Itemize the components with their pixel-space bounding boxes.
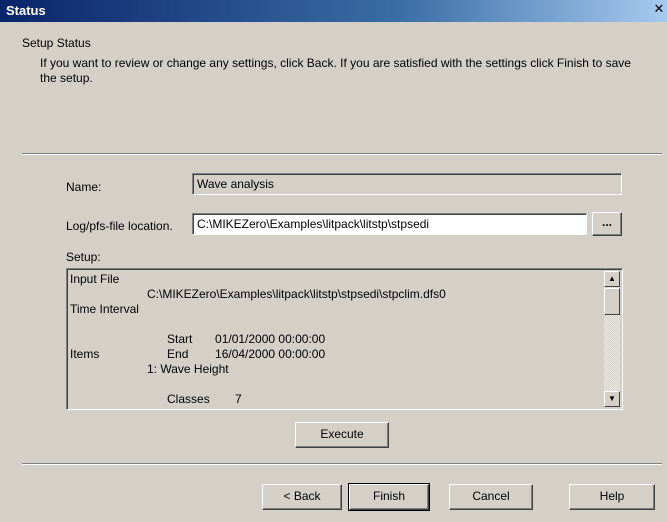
scroll-thumb[interactable] (604, 288, 620, 315)
scroll-down-icon[interactable]: ▼ (604, 391, 620, 407)
setup-summary-box[interactable]: Input File C:\MIKEZero\Examples\litpack\… (66, 268, 623, 410)
setup-start-row: Start 01/01/2000 00:00:00 (70, 317, 600, 346)
setup-classes-label: Classes (167, 392, 210, 406)
setup-classes-row: Classes 7 (70, 377, 600, 406)
page-heading: Setup Status (22, 36, 91, 50)
execute-button[interactable]: Execute (295, 422, 389, 448)
help-button[interactable]: Help (569, 484, 655, 510)
back-button[interactable]: < Back (262, 484, 342, 510)
window-title: Status (6, 3, 46, 18)
setup-classes-value: 7 (235, 392, 242, 406)
setup-label: Setup: (66, 250, 101, 264)
page-description: If you want to review or change any sett… (40, 56, 631, 85)
cancel-button[interactable]: Cancel (449, 484, 533, 510)
footer-separator (22, 463, 662, 465)
browse-button[interactable]: ... (592, 212, 622, 236)
location-input[interactable]: C:\MIKEZero\Examples\litpack\litstp\stps… (192, 213, 587, 235)
setup-items-heading: Items (70, 347, 100, 361)
title-bar: Status ✕ (0, 0, 667, 22)
close-icon[interactable]: ✕ (651, 3, 667, 18)
name-field: Wave analysis (192, 173, 622, 195)
setup-input-file-path: C:\MIKEZero\Examples\litpack\litstp\stps… (147, 287, 446, 301)
name-label: Name: (66, 180, 102, 194)
setup-item-1: 1: Wave Height (147, 362, 229, 376)
setup-summary-content: Input File C:\MIKEZero\Examples\litpack\… (70, 272, 600, 406)
finish-button[interactable]: Finish (348, 483, 430, 511)
setup-time-interval-heading: Time Interval (70, 302, 139, 316)
setup-end-row: End 16/04/2000 00:00:00 (70, 332, 600, 361)
location-label: Log/pfs-file location. (66, 219, 173, 233)
setup-scrollbar[interactable]: ▲ ▼ (604, 271, 620, 407)
header-separator (22, 153, 662, 155)
scroll-up-icon[interactable]: ▲ (604, 271, 620, 287)
setup-input-file-heading: Input File (70, 272, 120, 286)
